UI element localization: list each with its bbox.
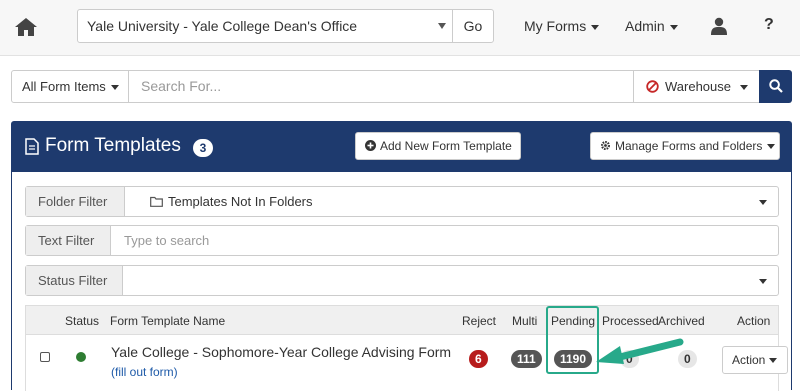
admin-label: Admin bbox=[625, 18, 665, 34]
action-button[interactable]: Action bbox=[722, 346, 788, 374]
chevron-down-icon bbox=[759, 200, 767, 205]
my-forms-label: My Forms bbox=[524, 18, 587, 34]
highlight-arrow-icon bbox=[596, 338, 684, 364]
organization-select[interactable]: Yale University - Yale College Dean's Of… bbox=[77, 9, 453, 43]
action-label: Action bbox=[732, 353, 766, 367]
reject-count-badge[interactable]: 6 bbox=[469, 350, 488, 368]
form-items-filter-label: All Form Items bbox=[22, 79, 106, 94]
search-input[interactable]: Search For... bbox=[128, 70, 634, 103]
caret-down-icon bbox=[740, 85, 748, 91]
go-button[interactable]: Go bbox=[452, 9, 494, 43]
column-header-status[interactable]: Status bbox=[65, 314, 99, 328]
gear-icon bbox=[600, 140, 611, 151]
text-filter-input[interactable]: Type to search bbox=[124, 226, 209, 255]
chevron-down-icon bbox=[438, 23, 446, 29]
organization-select-value: Yale University - Yale College Dean's Of… bbox=[87, 18, 358, 34]
document-icon bbox=[25, 138, 39, 155]
folder-icon bbox=[150, 196, 163, 207]
add-new-form-template-button[interactable]: Add New Form Template bbox=[355, 132, 521, 160]
caret-down-icon bbox=[769, 358, 778, 364]
chevron-down-icon bbox=[759, 279, 767, 284]
ban-icon bbox=[646, 80, 659, 93]
text-filter-label: Text Filter bbox=[26, 226, 111, 255]
manage-forms-and-folders-label: Manage Forms and Folders bbox=[615, 139, 763, 153]
help-button[interactable]: ? bbox=[764, 16, 774, 34]
form-items-filter-dropdown[interactable]: All Form Items bbox=[11, 70, 129, 103]
my-forms-menu[interactable]: My Forms bbox=[524, 18, 600, 34]
user-icon[interactable] bbox=[711, 17, 727, 35]
search-bar: All Form Items Search For... Warehouse bbox=[11, 70, 792, 103]
folder-filter[interactable]: Folder Filter Templates Not In Folders bbox=[25, 186, 779, 217]
multi-count-badge[interactable]: 111 bbox=[511, 350, 542, 368]
caret-down-icon bbox=[669, 24, 678, 30]
column-header-processed[interactable]: Processed bbox=[602, 314, 659, 328]
admin-menu[interactable]: Admin bbox=[625, 18, 678, 34]
fill-out-form-link[interactable]: (fill out form) bbox=[111, 365, 178, 379]
top-navbar: Yale University - Yale College Dean's Of… bbox=[0, 0, 800, 56]
add-new-form-template-label: Add New Form Template bbox=[380, 139, 512, 153]
column-header-archived[interactable]: Archived bbox=[658, 314, 705, 328]
search-icon bbox=[769, 79, 783, 93]
caret-down-icon bbox=[767, 144, 776, 150]
table-header: Status Form Template Name Reject Multi P… bbox=[26, 306, 778, 335]
row-checkbox[interactable] bbox=[40, 352, 50, 362]
folder-filter-label: Folder Filter bbox=[26, 187, 125, 216]
panel-title: Form Templates bbox=[45, 135, 181, 156]
template-count-badge: 3 bbox=[193, 139, 213, 157]
column-header-reject[interactable]: Reject bbox=[462, 314, 496, 328]
panel-header: Form Templates 3 Add New Form Template M… bbox=[12, 122, 791, 172]
form-template-name[interactable]: Yale College - Sophomore-Year College Ad… bbox=[111, 344, 451, 360]
text-filter: Text Filter Type to search bbox=[25, 225, 779, 256]
warehouse-dropdown[interactable]: Warehouse bbox=[633, 70, 760, 103]
column-header-action: Action bbox=[737, 314, 771, 328]
status-filter[interactable]: Status Filter bbox=[25, 265, 779, 296]
caret-down-icon bbox=[591, 24, 600, 30]
column-header-multi[interactable]: Multi bbox=[512, 314, 537, 328]
column-header-name[interactable]: Form Template Name bbox=[110, 314, 225, 328]
search-button[interactable] bbox=[759, 70, 792, 103]
warehouse-label: Warehouse bbox=[665, 79, 731, 94]
manage-forms-and-folders-button[interactable]: Manage Forms and Folders bbox=[590, 132, 780, 160]
home-icon[interactable] bbox=[14, 16, 38, 38]
pending-highlight-box bbox=[546, 306, 599, 374]
status-filter-label: Status Filter bbox=[26, 266, 123, 295]
status-active-indicator bbox=[76, 352, 86, 362]
caret-down-icon bbox=[110, 85, 119, 91]
plus-circle-icon bbox=[365, 140, 376, 151]
folder-filter-value: Templates Not In Folders bbox=[168, 194, 313, 209]
